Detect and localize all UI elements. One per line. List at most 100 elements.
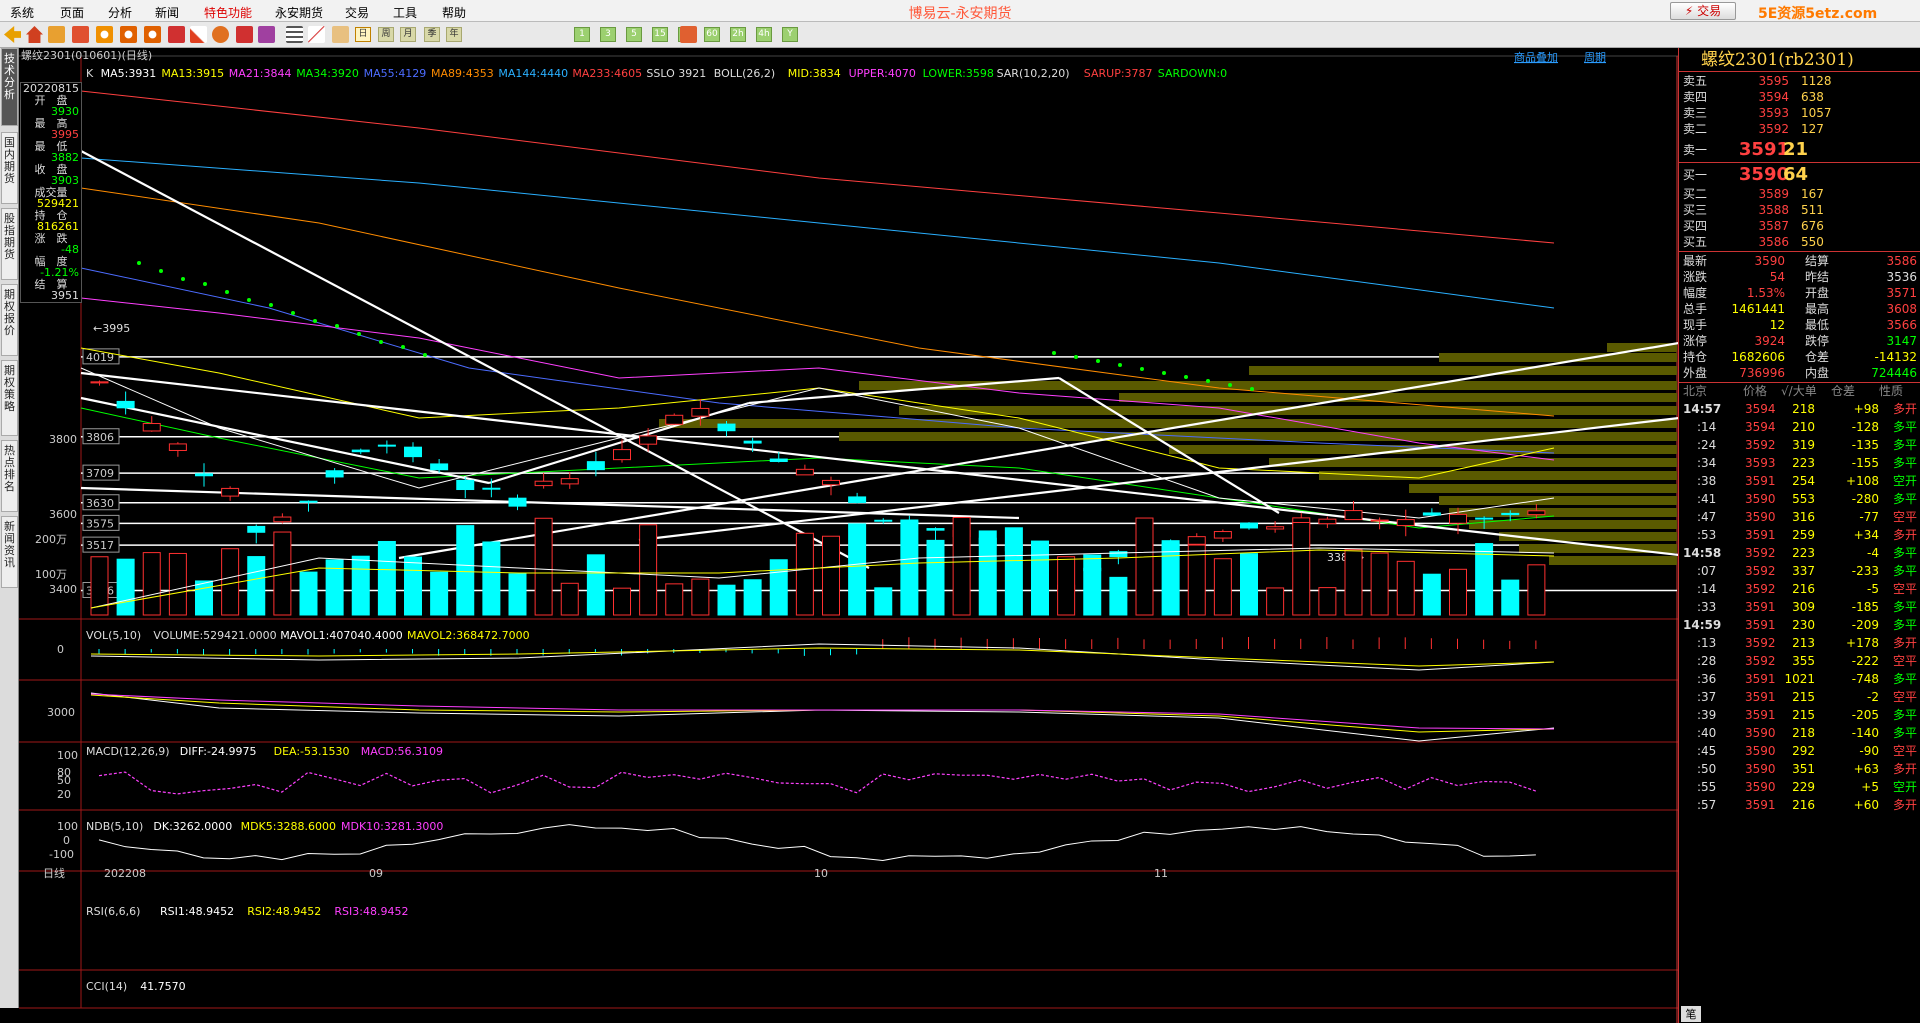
candle-body[interactable]: [1187, 536, 1206, 545]
period-button[interactable]: Y: [782, 27, 798, 42]
open-icon[interactable]: [72, 26, 89, 43]
period-button[interactable]: 15: [652, 27, 668, 42]
candle-body[interactable]: [560, 478, 579, 485]
candle-body[interactable]: [221, 487, 240, 497]
period-button[interactable]: 60: [704, 27, 720, 42]
tools-icon[interactable]: [258, 26, 275, 43]
candle-body[interactable]: [1344, 510, 1363, 521]
left-tab[interactable]: 期权策略: [1, 360, 18, 436]
candle-body[interactable]: [743, 440, 762, 444]
fibo-icon[interactable]: [332, 26, 349, 43]
candle-body[interactable]: [639, 435, 658, 445]
kline-chart-area[interactable]: 螺纹2301(010601)(日线) 商品叠加 周期 K MA5:3931 MA13:39…: [19, 48, 1678, 1023]
period-button[interactable]: 1: [574, 27, 590, 42]
candle-body[interactable]: [691, 407, 710, 417]
candle-body[interactable]: [195, 473, 213, 477]
period-button-month[interactable]: 月: [400, 27, 416, 42]
candle-body[interactable]: [430, 463, 449, 471]
left-tab[interactable]: 股指期货: [1, 208, 18, 280]
candle-body[interactable]: [351, 449, 370, 453]
menu-item[interactable]: 新闻: [155, 4, 179, 21]
line-chart-icon[interactable]: [308, 26, 325, 43]
trend-line[interactable]: [488, 401, 750, 485]
period-button[interactable]: 3: [600, 27, 616, 42]
candle-body[interactable]: [769, 458, 788, 462]
candle-body[interactable]: [1422, 512, 1441, 516]
candle-body[interactable]: [1318, 518, 1337, 525]
candle-body[interactable]: [482, 487, 501, 490]
period-button[interactable]: 4h: [756, 27, 772, 42]
candle-body[interactable]: [822, 479, 840, 486]
period-button[interactable]: 5: [626, 27, 642, 42]
refresh-icon[interactable]: [96, 26, 113, 43]
home-icon[interactable]: [26, 26, 43, 43]
period-button-year[interactable]: 年: [446, 27, 462, 42]
candle-body[interactable]: [1266, 526, 1285, 530]
period-button-week[interactable]: 周: [378, 27, 394, 42]
paint-icon[interactable]: [212, 26, 229, 43]
left-tab[interactable]: 技术分析: [1, 48, 18, 126]
calc-icon[interactable]: [680, 26, 697, 43]
candle-body[interactable]: [116, 400, 135, 409]
candle-body[interactable]: [508, 497, 527, 507]
candle-body[interactable]: [377, 444, 396, 447]
menu-item[interactable]: 分析: [108, 4, 132, 21]
zoom-icon[interactable]: [144, 26, 161, 43]
candle-body[interactable]: [1475, 517, 1494, 520]
candle-body[interactable]: [273, 516, 292, 523]
menu-item[interactable]: 特色功能: [204, 4, 252, 21]
left-tab[interactable]: 新闻资讯: [1, 516, 18, 588]
candle-body[interactable]: [325, 470, 344, 478]
candle-body[interactable]: [717, 423, 736, 432]
candle-body[interactable]: [299, 500, 318, 503]
candle-body[interactable]: [665, 414, 684, 425]
tick-volume: 213: [1792, 636, 1815, 650]
candle-body[interactable]: [247, 525, 266, 533]
candle-body[interactable]: [795, 468, 814, 476]
layout-icon[interactable]: [48, 26, 65, 43]
candle-body[interactable]: [1370, 519, 1389, 522]
quote-footer-tab[interactable]: 笔: [1681, 1006, 1701, 1022]
menu-item[interactable]: 永安期货: [275, 4, 323, 21]
left-tab[interactable]: 热点排名: [1, 440, 18, 512]
candle-body[interactable]: [142, 423, 161, 432]
menu-item[interactable]: 工具: [393, 4, 417, 21]
cup-icon[interactable]: [236, 26, 253, 43]
kline-chart-svg[interactable]: 螺纹2301(010601)(日线) 商品叠加 周期 K MA5:3931 MA13:39…: [19, 48, 1678, 1023]
menu-item[interactable]: 页面: [60, 4, 84, 21]
draw-icon[interactable]: [190, 26, 207, 43]
candle-body[interactable]: [1240, 522, 1258, 529]
candle-body[interactable]: [168, 443, 187, 451]
menu-item[interactable]: 系统: [10, 4, 34, 21]
candle-body[interactable]: [1396, 519, 1415, 527]
candle-body[interactable]: [534, 480, 553, 487]
candle-body[interactable]: [90, 381, 109, 384]
left-tab[interactable]: 期权报价: [1, 284, 18, 356]
candle-body[interactable]: [874, 519, 893, 522]
candle-body[interactable]: [848, 496, 867, 503]
candle-body[interactable]: [1449, 513, 1467, 524]
period-button-quarter[interactable]: 季: [424, 27, 440, 42]
search-icon[interactable]: [120, 26, 137, 43]
window-icon[interactable]: [168, 26, 185, 43]
candle-body[interactable]: [1213, 531, 1232, 539]
candle-body[interactable]: [456, 479, 475, 491]
period-button-day[interactable]: 日: [355, 27, 371, 42]
candle-body[interactable]: [613, 449, 631, 461]
candle-body[interactable]: [926, 528, 945, 531]
trend-line[interactable]: [80, 396, 490, 485]
period-button[interactable]: 2h: [730, 27, 746, 42]
chart-header-link[interactable]: 商品叠加: [1514, 50, 1558, 64]
left-tab[interactable]: 国内期货: [1, 132, 18, 204]
candle-body[interactable]: [586, 461, 605, 471]
chart-header-link[interactable]: 周期: [1584, 51, 1606, 64]
back-icon[interactable]: [4, 26, 21, 43]
candle-body[interactable]: [1527, 510, 1546, 516]
candle-body[interactable]: [404, 446, 422, 458]
table-icon[interactable]: [286, 26, 303, 43]
trend-line[interactable]: [80, 150, 870, 569]
candle-body[interactable]: [1501, 512, 1520, 516]
trade-button[interactable]: ⚡ 交易: [1670, 2, 1736, 20]
menu-item[interactable]: 帮助: [442, 4, 466, 21]
menu-item[interactable]: 交易: [345, 4, 369, 21]
